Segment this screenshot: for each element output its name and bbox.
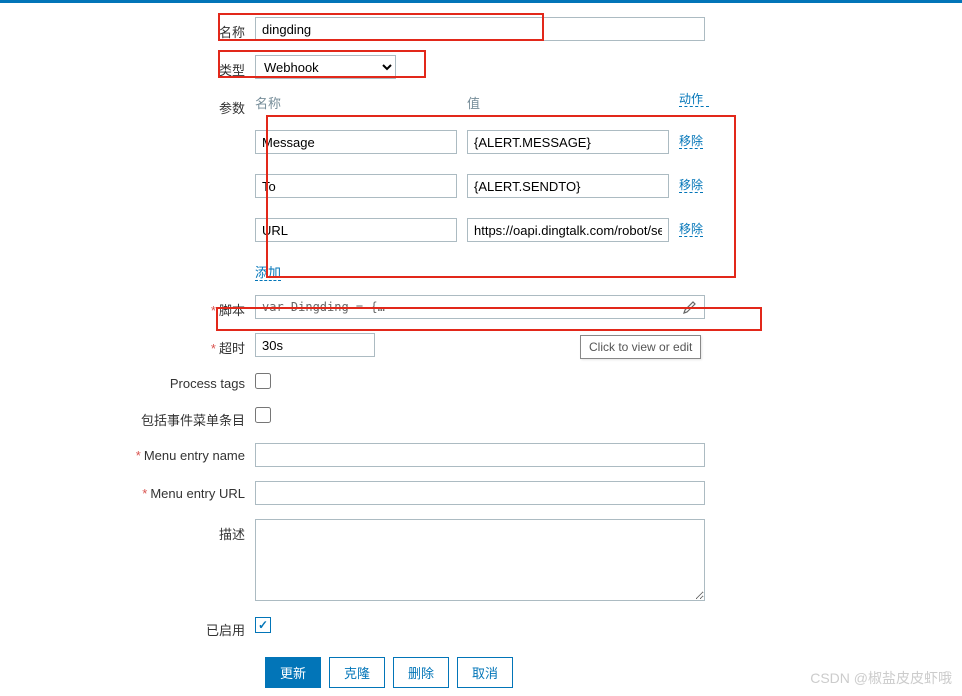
row-process-tags: Process tags bbox=[0, 371, 962, 391]
param-name-input[interactable] bbox=[255, 218, 457, 242]
menu-url-input[interactable] bbox=[255, 481, 705, 505]
param-remove-link[interactable]: 移除 bbox=[679, 135, 703, 149]
row-name: 名称 bbox=[0, 17, 962, 41]
param-value-input[interactable] bbox=[467, 130, 669, 154]
clone-button[interactable]: 克隆 bbox=[329, 657, 385, 688]
row-description: 描述 bbox=[0, 519, 962, 601]
row-menu-url: *Menu entry URL bbox=[0, 481, 962, 505]
row-menu-name: *Menu entry name bbox=[0, 443, 962, 467]
param-row: 移除 bbox=[255, 174, 715, 198]
params-header-name: 名称 bbox=[255, 93, 467, 112]
row-include-menu: 包括事件菜单条目 bbox=[0, 405, 962, 429]
params-header: 名称 值 动作 bbox=[255, 93, 715, 122]
params-body: 移除 移除 移除 添加 bbox=[255, 122, 715, 281]
label-script: *脚本 bbox=[0, 295, 255, 319]
param-row: 移除 bbox=[255, 130, 715, 154]
param-remove-link[interactable]: 移除 bbox=[679, 179, 703, 193]
name-input[interactable] bbox=[255, 17, 705, 41]
label-menu-url: *Menu entry URL bbox=[0, 481, 255, 501]
label-name: 名称 bbox=[0, 17, 255, 41]
delete-button[interactable]: 删除 bbox=[393, 657, 449, 688]
add-param-link[interactable]: 添加 bbox=[255, 265, 281, 281]
label-params: 参数 bbox=[0, 93, 255, 117]
description-textarea[interactable] bbox=[255, 519, 705, 601]
process-tags-checkbox[interactable] bbox=[255, 373, 271, 389]
script-preview-text: var Dingding = {… bbox=[262, 300, 682, 314]
label-timeout: *超时 bbox=[0, 333, 255, 357]
param-row: 移除 bbox=[255, 218, 715, 242]
menu-name-input[interactable] bbox=[255, 443, 705, 467]
param-name-input[interactable] bbox=[255, 130, 457, 154]
label-menu-name: *Menu entry name bbox=[0, 443, 255, 463]
enabled-checkbox[interactable]: ✓ bbox=[255, 617, 271, 633]
row-enabled: 已启用 ✓ bbox=[0, 615, 962, 639]
param-value-input[interactable] bbox=[467, 218, 669, 242]
params-header-action: 动作 bbox=[679, 93, 709, 112]
param-name-input[interactable] bbox=[255, 174, 457, 198]
edit-tooltip: Click to view or edit bbox=[580, 335, 701, 359]
script-input[interactable]: var Dingding = {… bbox=[255, 295, 705, 319]
label-include-menu: 包括事件菜单条目 bbox=[0, 405, 255, 429]
params-header-value: 值 bbox=[467, 93, 679, 112]
param-value-input[interactable] bbox=[467, 174, 669, 198]
row-timeout: *超时 bbox=[0, 333, 962, 357]
label-process-tags: Process tags bbox=[0, 371, 255, 391]
type-select[interactable]: Webhook bbox=[255, 55, 396, 79]
label-description: 描述 bbox=[0, 519, 255, 543]
param-add-row: 添加 bbox=[255, 262, 715, 281]
update-button[interactable]: 更新 bbox=[265, 657, 321, 688]
label-type: 类型 bbox=[0, 55, 255, 79]
include-menu-checkbox[interactable] bbox=[255, 407, 271, 423]
media-type-form: 名称 类型 Webhook 参数 名称 值 动作 bbox=[0, 3, 962, 688]
row-script: *脚本 var Dingding = {… bbox=[0, 295, 962, 319]
row-params: 参数 名称 值 动作 移除 bbox=[0, 93, 962, 281]
timeout-input[interactable] bbox=[255, 333, 375, 357]
cancel-button[interactable]: 取消 bbox=[457, 657, 513, 688]
row-type: 类型 Webhook bbox=[0, 55, 962, 79]
watermark: CSDN @椒盐皮皮虾哦 bbox=[810, 668, 952, 688]
label-enabled: 已启用 bbox=[0, 615, 255, 639]
param-remove-link[interactable]: 移除 bbox=[679, 223, 703, 237]
pencil-icon[interactable] bbox=[682, 299, 698, 315]
params-table: 名称 值 动作 移除 移除 bbox=[255, 93, 715, 281]
